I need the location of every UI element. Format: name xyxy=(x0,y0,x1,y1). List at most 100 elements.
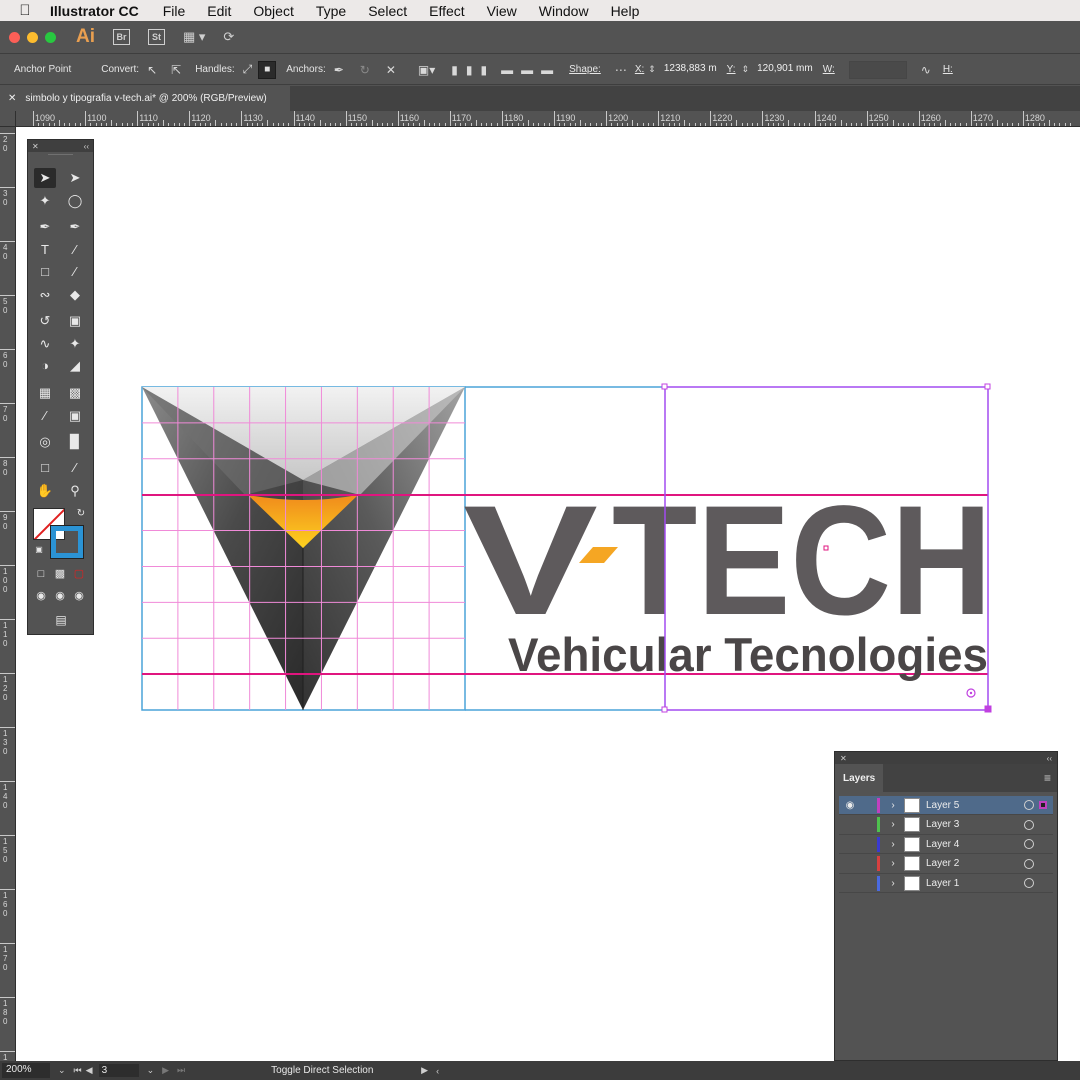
layer-name[interactable]: Layer 3 xyxy=(926,819,1016,830)
mesh-tool-icon[interactable]: ▦ xyxy=(34,383,56,403)
remove-anchor-icon[interactable]: ✒ xyxy=(334,63,344,77)
symbol-sprayer-tool-icon[interactable]: ◎ xyxy=(34,432,56,452)
close-window-button[interactable] xyxy=(9,31,20,43)
change-screen-mode-icon[interactable]: ▤ xyxy=(50,610,72,630)
pen-tool-icon[interactable]: ✒ xyxy=(34,217,56,237)
column-graph-tool-icon[interactable]: ▉ xyxy=(64,432,86,452)
convert-smooth-icon[interactable]: ⇱ xyxy=(171,63,181,77)
panel-grip[interactable] xyxy=(48,154,73,162)
apple-icon[interactable]:  xyxy=(0,2,50,19)
puppet-warp-tool-icon[interactable]: ✦ xyxy=(64,334,86,354)
selection-handle[interactable] xyxy=(661,383,668,390)
layer-row[interactable]: › Layer 1 xyxy=(839,874,1053,893)
paintbrush-tool-icon[interactable]: ∕ xyxy=(64,262,86,282)
align-center-icon[interactable]: ▮ xyxy=(466,63,473,77)
slice-tool-icon[interactable]: ∕ xyxy=(64,458,86,478)
expand-layer-icon[interactable]: › xyxy=(884,819,902,830)
zoom-level[interactable]: 200% xyxy=(2,1063,50,1078)
none-mode-icon[interactable]: ▢ xyxy=(68,564,90,584)
lasso-tool-icon[interactable]: ◯ xyxy=(64,191,86,211)
collapse-panel-icon[interactable]: ‹‹ xyxy=(1047,754,1052,763)
align-middle-icon[interactable]: ▬ xyxy=(521,63,533,77)
eraser-tool-icon[interactable]: ◆ xyxy=(64,285,86,305)
scroll-left-icon[interactable]: ‹ xyxy=(436,1066,439,1076)
align-to-icon[interactable]: ▣▾ xyxy=(418,63,435,77)
hand-tool-icon[interactable]: ✋ xyxy=(34,481,56,501)
align-left-icon[interactable]: ▮ xyxy=(451,63,458,77)
w-input[interactable] xyxy=(848,60,907,79)
tab-layers[interactable]: Layers xyxy=(835,764,884,792)
close-panel-icon[interactable]: ✕ xyxy=(32,142,39,151)
rectangle-tool-icon[interactable]: □ xyxy=(34,262,56,282)
reference-point-icon[interactable]: ⋯ xyxy=(615,63,627,77)
stroke-swatch[interactable] xyxy=(50,525,84,559)
ruler-origin[interactable] xyxy=(0,111,16,127)
menu-object[interactable]: Object xyxy=(253,3,293,19)
menu-type[interactable]: Type xyxy=(316,3,346,19)
wordmark[interactable]: V TECH Vehicular Tecnologies xyxy=(463,474,992,681)
align-top-icon[interactable]: ▬ xyxy=(501,63,513,77)
visibility-eye-icon[interactable]: ◉ xyxy=(839,800,861,811)
blend-tool-icon[interactable]: ▣ xyxy=(64,406,86,426)
convert-corner-icon[interactable]: ↖ xyxy=(147,63,157,77)
expand-layer-icon[interactable]: › xyxy=(884,858,902,869)
shaper-tool-icon[interactable]: ∾ xyxy=(34,285,56,305)
zoom-dropdown-icon[interactable]: ⌄ xyxy=(58,1065,66,1076)
layer-target-icon[interactable] xyxy=(1024,819,1034,830)
x-input[interactable]: 1238,883 m xyxy=(659,60,721,79)
default-fill-stroke-icon[interactable]: ▣ xyxy=(28,540,50,560)
layer-row[interactable]: ◉ › Layer 5 xyxy=(839,796,1053,815)
close-tab-icon[interactable]: ✕ xyxy=(8,93,16,104)
vertical-ruler[interactable]: 20 30 40 50 60 70 80 90 100 110 120 130 140 150 160 170… xyxy=(0,127,16,1061)
selected-art-indicator[interactable] xyxy=(1039,801,1047,809)
menu-view[interactable]: View xyxy=(487,3,517,19)
scale-tool-icon[interactable]: ▣ xyxy=(64,311,86,331)
type-tool-icon[interactable]: T xyxy=(34,240,56,260)
menu-file[interactable]: File xyxy=(163,3,186,19)
panel-menu-icon[interactable]: ≡ xyxy=(1044,771,1051,785)
selection-handle[interactable] xyxy=(984,705,992,713)
y-input[interactable]: 120,901 mm xyxy=(753,60,817,79)
layer-target-icon[interactable] xyxy=(1024,839,1034,849)
menu-edit[interactable]: Edit xyxy=(207,3,231,19)
document-tab[interactable]: ✕ simbolo y tipografia v-tech.ai* @ 200%… xyxy=(0,86,290,111)
shape-builder-tool-icon[interactable]: ◑ xyxy=(34,356,56,376)
y-stepper-icon[interactable]: ⇕ xyxy=(742,64,750,75)
layer-row[interactable]: › Layer 3 xyxy=(839,816,1053,835)
constrain-proportions-icon[interactable]: ∿ xyxy=(921,63,931,77)
layer-target-icon[interactable] xyxy=(1024,800,1034,810)
align-bottom-icon[interactable]: ▬ xyxy=(541,63,553,77)
horizontal-ruler[interactable]: 1090 1100 1110 1120 1130 1140 1150 1160 1170 1180… xyxy=(16,111,1080,127)
bridge-button[interactable]: Br xyxy=(113,29,130,45)
close-panel-icon[interactable]: ✕ xyxy=(840,754,847,763)
status-text[interactable]: Toggle Direct Selection xyxy=(271,1065,413,1076)
curvature-tool-icon[interactable]: ✒ xyxy=(64,217,86,237)
rotate-tool-icon[interactable]: ↺ xyxy=(34,311,56,331)
menu-app-name[interactable]: Illustrator CC xyxy=(50,3,139,19)
layer-name[interactable]: Layer 1 xyxy=(926,878,1016,889)
shape-label[interactable]: Shape: xyxy=(569,64,601,75)
hide-handles-icon[interactable]: ■ xyxy=(258,60,277,79)
artboard-tool-icon[interactable]: □ xyxy=(34,458,56,478)
magic-wand-tool-icon[interactable]: ✦ xyxy=(34,191,56,211)
zoom-window-button[interactable] xyxy=(45,31,56,43)
selection-tool-icon[interactable]: ➤ xyxy=(34,168,56,188)
width-tool-icon[interactable]: ∿ xyxy=(34,334,56,354)
perspective-grid-tool-icon[interactable]: ◢ xyxy=(64,356,86,376)
draw-inside-icon[interactable]: ◉ xyxy=(68,586,90,606)
layer-name[interactable]: Layer 4 xyxy=(926,839,1016,850)
status-menu-icon[interactable]: ▶ xyxy=(421,1065,428,1076)
zoom-tool-icon[interactable]: ⚲ xyxy=(64,481,86,501)
x-stepper-icon[interactable]: ⇕ xyxy=(648,64,656,75)
previous-artboard-icon[interactable]: ◀ xyxy=(86,1065,93,1076)
v-symbol[interactable] xyxy=(142,387,465,710)
selection-handle[interactable] xyxy=(661,706,668,713)
selection-handle[interactable] xyxy=(984,383,991,390)
gradient-tool-icon[interactable]: ▩ xyxy=(64,383,86,403)
minimize-window-button[interactable] xyxy=(27,31,38,43)
show-handles-icon[interactable]: ⤢ xyxy=(243,62,253,77)
layer-name[interactable]: Layer 5 xyxy=(926,800,1016,811)
collapse-panel-icon[interactable]: ‹‹ xyxy=(84,142,89,151)
first-artboard-icon[interactable]: ⏮ xyxy=(74,1065,82,1076)
gpu-performance-icon[interactable]: ⟳ xyxy=(223,29,234,45)
